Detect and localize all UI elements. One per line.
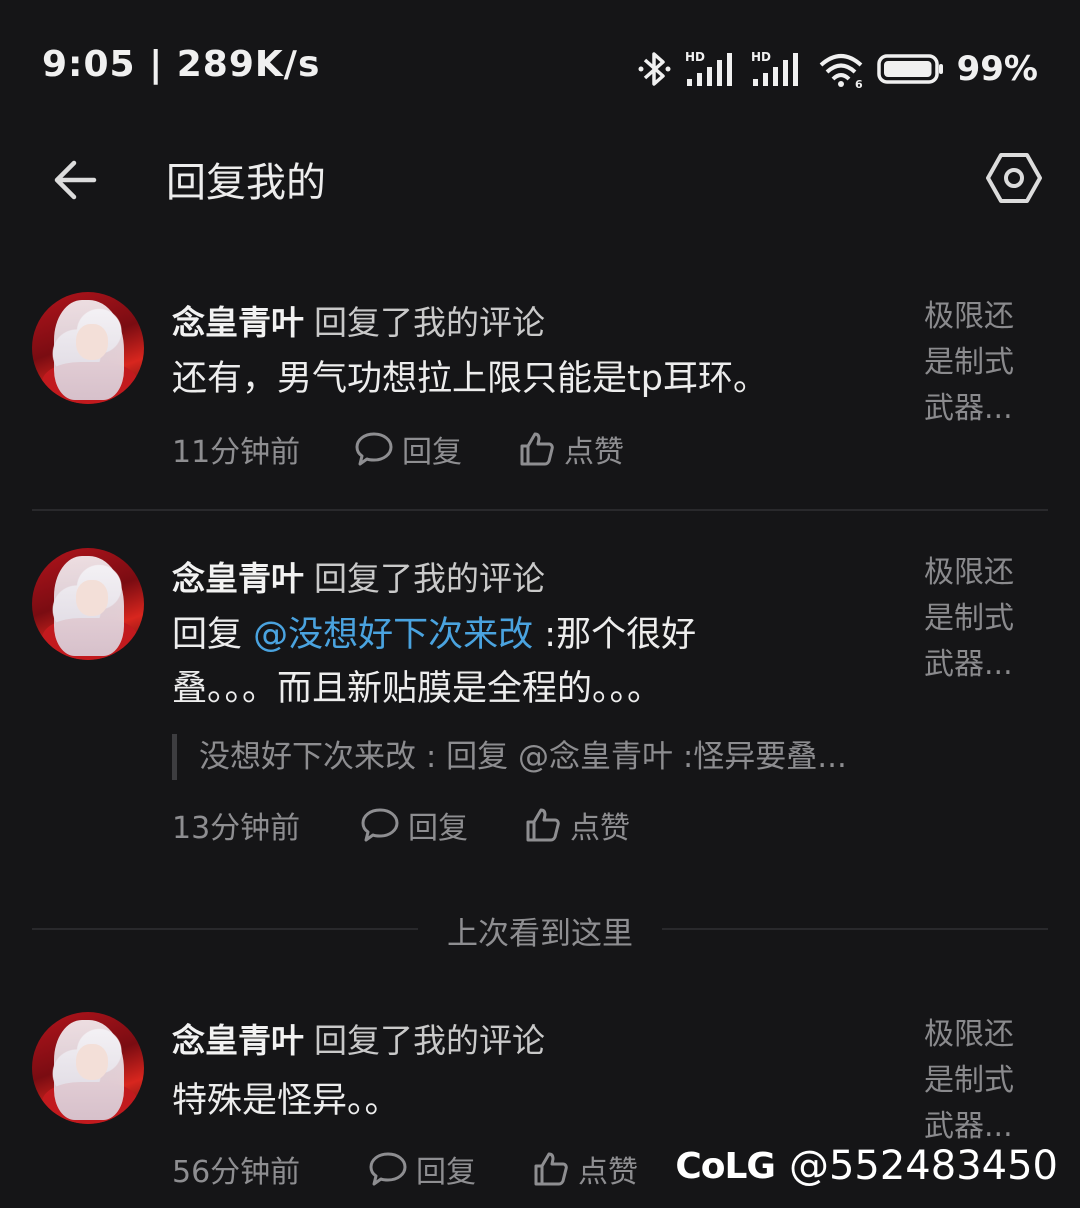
wifi-6-label: 6 xyxy=(855,78,863,89)
like-button[interactable]: 点赞 xyxy=(524,803,630,847)
like-button[interactable]: 点赞 xyxy=(518,427,624,471)
mention-link[interactable]: @没想好下次来改 xyxy=(253,615,533,655)
avatar[interactable] xyxy=(32,292,144,404)
action-text: 回复了我的评论 xyxy=(314,303,545,342)
content-prefix: 回复 xyxy=(172,615,254,655)
comment-meta: 56分钟前 回复 点赞 xyxy=(172,1144,694,1194)
comment-meta: 13分钟前 回复 点赞 xyxy=(172,800,686,850)
action-text: 回复了我的评论 xyxy=(314,1021,545,1060)
comment-meta: 11分钟前 回复 点赞 xyxy=(172,424,680,474)
quoted-comment[interactable]: 没想好下次来改 : 回复 @念皇青叶 :怪异要叠... xyxy=(172,734,847,780)
content-text: 特殊是怪异。。 xyxy=(172,1081,400,1121)
divider xyxy=(32,509,1048,511)
status-bar: 9:05 | 289K/s HD HD 6 99% xyxy=(0,0,1080,130)
reply-label: 回复 xyxy=(408,811,468,846)
watermark-handle: @552483450 xyxy=(788,1143,1058,1189)
original-comment-preview[interactable]: 极限还是制式武器... xyxy=(924,294,1034,432)
hd-signal-icon: HD xyxy=(685,50,732,86)
timestamp: 56分钟前 xyxy=(172,1155,301,1190)
bluetooth-icon xyxy=(638,52,671,86)
content-text: 还有，男气功想拉上限只能是tp耳环。 xyxy=(172,359,768,399)
like-label: 点赞 xyxy=(578,1155,638,1190)
timestamp: 13分钟前 xyxy=(172,811,301,846)
page-title: 回复我的 xyxy=(166,160,326,206)
comment-content[interactable]: 回复 @没想好下次来改 :那个很好叠。。。而且新贴膜是全程的。。。 xyxy=(172,608,752,716)
comment-header: 念皇青叶 回复了我的评论 xyxy=(172,1014,545,1062)
last-seen-label: 上次看到这里 xyxy=(447,916,633,952)
reply-button[interactable]: 回复 xyxy=(360,803,468,847)
comment-header: 念皇青叶 回复了我的评论 xyxy=(172,552,545,600)
status-time-speed: 9:05 | 289K/s xyxy=(42,44,321,85)
arrow-left-icon[interactable] xyxy=(48,152,104,208)
wifi-icon: 6 xyxy=(819,54,863,89)
status-icons: HD HD 6 99% xyxy=(637,46,1038,92)
action-text: 回复了我的评论 xyxy=(314,559,545,598)
colg-logo: CoLG xyxy=(675,1145,776,1187)
user-name[interactable]: 念皇青叶 xyxy=(172,559,304,598)
signal-hd-label: HD xyxy=(751,50,771,64)
thumbs-up-icon xyxy=(520,432,554,466)
thumbs-up-icon xyxy=(526,808,560,842)
hd-signal-icon: HD xyxy=(751,50,798,86)
battery-icon xyxy=(876,54,943,84)
comment-bubble-icon xyxy=(355,432,393,466)
like-button[interactable]: 点赞 xyxy=(532,1147,638,1191)
settings-hexagon-icon[interactable] xyxy=(984,148,1044,208)
comment-content[interactable]: 特殊是怪异。。 xyxy=(172,1074,772,1128)
last-seen-separator: 上次看到这里 xyxy=(32,904,1048,954)
app-bar: 回复我的 xyxy=(0,130,1080,225)
like-label: 点赞 xyxy=(564,435,624,470)
timestamp: 11分钟前 xyxy=(172,435,301,470)
watermark: CoLG @552483450 xyxy=(675,1138,1058,1194)
reply-button[interactable]: 回复 xyxy=(368,1147,476,1191)
avatar[interactable] xyxy=(32,1012,144,1124)
signal-hd-label: HD xyxy=(685,50,705,64)
reply-button[interactable]: 回复 xyxy=(354,427,462,471)
like-label: 点赞 xyxy=(570,811,630,846)
avatar[interactable] xyxy=(32,548,144,660)
comment-header: 念皇青叶 回复了我的评论 xyxy=(172,296,545,344)
original-comment-preview[interactable]: 极限还是制式武器... xyxy=(924,550,1034,688)
reply-label: 回复 xyxy=(402,435,462,470)
user-name[interactable]: 念皇青叶 xyxy=(172,303,304,342)
reply-notifications-screen: 9:05 | 289K/s HD HD 6 99% 回复我的 念皇青叶 回复了我… xyxy=(0,0,1080,1208)
user-name[interactable]: 念皇青叶 xyxy=(172,1021,304,1060)
comment-content[interactable]: 还有，男气功想拉上限只能是tp耳环。 xyxy=(172,352,772,406)
reply-label: 回复 xyxy=(416,1155,476,1190)
comment-bubble-icon xyxy=(369,1152,407,1186)
thumbs-up-icon xyxy=(534,1152,568,1186)
comment-bubble-icon xyxy=(361,808,399,842)
battery-percent: 99% xyxy=(956,49,1038,89)
